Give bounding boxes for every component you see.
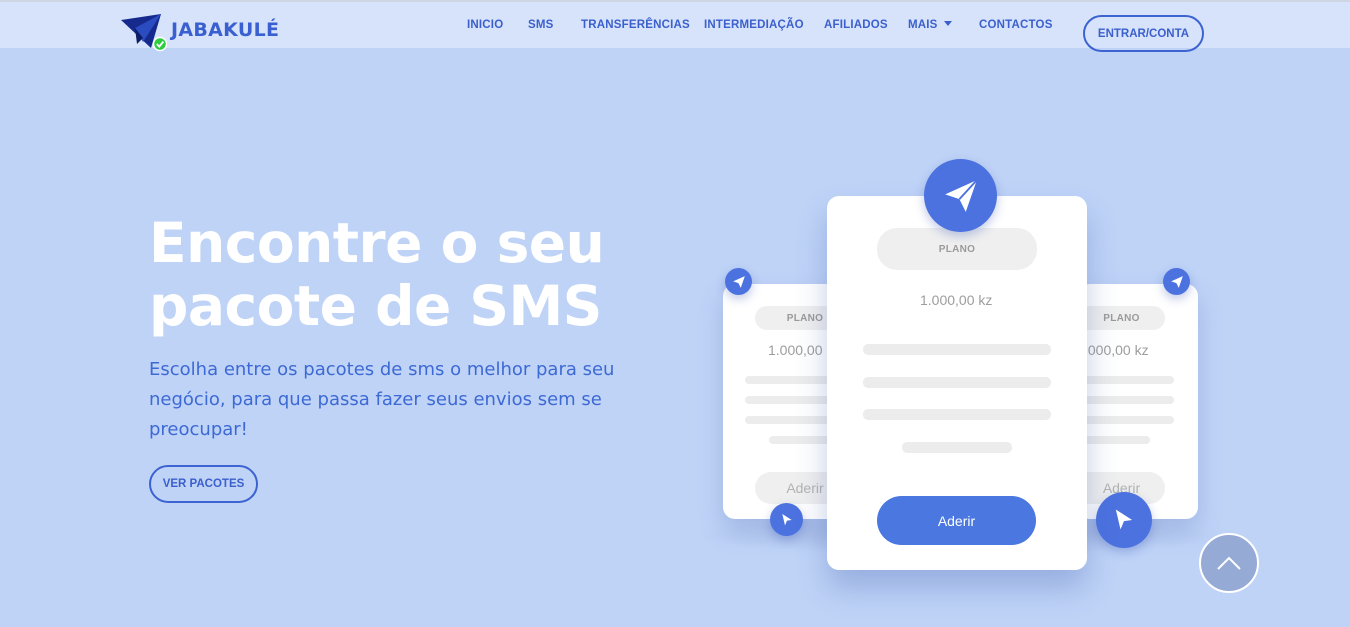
pricing-illustration: PLANO 1.000,00 Aderir PLANO .000,00 kz A… — [690, 150, 1230, 590]
price-center: 1.000,00 kz — [920, 292, 993, 308]
nav-item-intermediacao[interactable]: INTERMEDIAÇÃO — [704, 19, 804, 31]
scroll-top-button[interactable] — [1199, 533, 1259, 593]
nav-item-inicio[interactable]: INICIO — [467, 19, 503, 31]
placeholder-line — [1078, 376, 1174, 384]
view-packages-button[interactable]: VER PACOTES — [149, 465, 258, 503]
placeholder-line — [902, 442, 1012, 453]
paper-plane-badge-icon — [924, 159, 997, 232]
plan-label-center: PLANO — [877, 228, 1037, 270]
caret-down-icon — [943, 21, 952, 26]
nav-item-mais[interactable]: MAIS — [908, 19, 952, 31]
placeholder-line — [1078, 436, 1150, 444]
join-button-center[interactable]: Aderir — [877, 496, 1036, 545]
placeholder-line — [863, 377, 1051, 388]
plan-label-right: PLANO — [1078, 306, 1165, 330]
cursor-badge-icon — [1096, 492, 1152, 548]
nav-item-transferencias[interactable]: TRANSFERÊNCIAS — [581, 19, 690, 31]
nav-item-afiliados[interactable]: AFILIADOS — [824, 19, 888, 31]
placeholder-line — [1078, 396, 1174, 404]
cursor-badge-icon — [770, 503, 803, 536]
nav-item-sms[interactable]: SMS — [528, 19, 554, 31]
paper-plane-badge-icon — [725, 268, 752, 295]
price-right: .000,00 kz — [1084, 342, 1149, 358]
chevron-up-icon — [1217, 556, 1241, 570]
price-left: 1.000,00 — [768, 342, 823, 358]
pricing-card-left: PLANO 1.000,00 Aderir — [723, 284, 855, 519]
nav-item-contactos[interactable]: CONTACTOS — [979, 19, 1053, 31]
placeholder-line — [1078, 416, 1174, 424]
paper-plane-logo-icon — [121, 14, 168, 54]
pricing-card-center: PLANO 1.000,00 kz Aderir — [827, 196, 1087, 570]
hero-title-line-1: Encontre o seu — [149, 211, 605, 275]
navbar: JABAKULÉ INICIO SMS TRANSFERÊNCIAS INTER… — [0, 0, 1350, 52]
pricing-card-right: PLANO .000,00 kz Aderir — [1078, 284, 1198, 519]
login-button[interactable]: ENTRAR/CONTA — [1083, 15, 1204, 52]
hero-title-line-2: pacote de SMS — [149, 274, 602, 338]
placeholder-line — [863, 344, 1051, 355]
paper-plane-badge-icon — [1163, 268, 1190, 295]
brand-logo[interactable]: JABAKULÉ — [121, 14, 279, 54]
nav-item-mais-label: MAIS — [908, 19, 938, 31]
hero-title: Encontre o seu pacote de SMS — [149, 212, 689, 338]
brand-name: JABAKULÉ — [171, 19, 280, 41]
placeholder-line — [863, 409, 1051, 420]
hero-subtitle: Escolha entre os pacotes de sms o melhor… — [149, 359, 615, 440]
